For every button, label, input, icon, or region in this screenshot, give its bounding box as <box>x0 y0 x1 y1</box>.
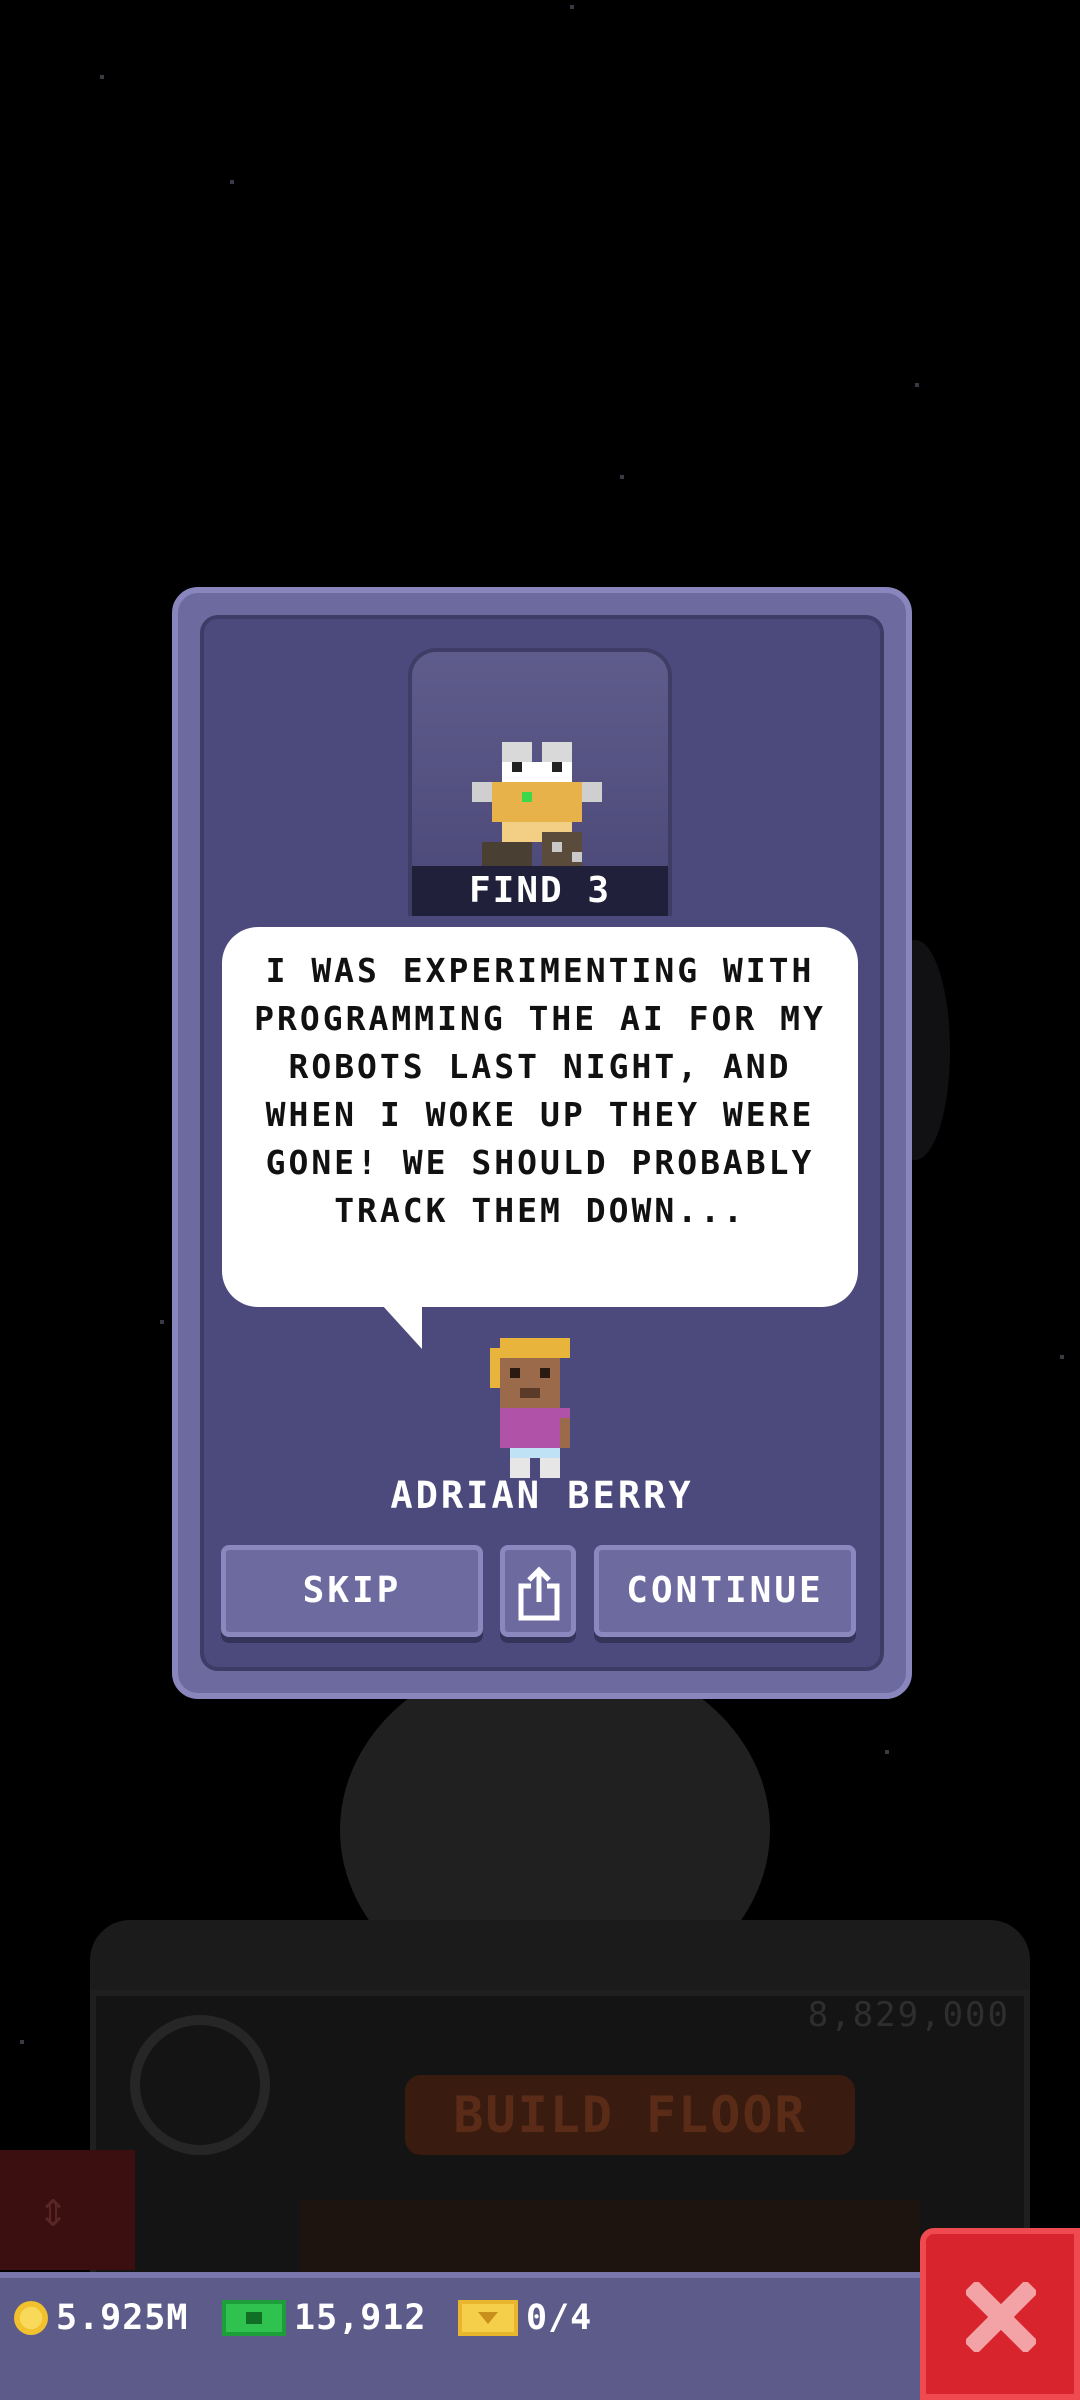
bux-value: 15,912 <box>294 2298 427 2338</box>
elevator-button: ⇕ <box>0 2150 135 2270</box>
star <box>915 383 919 387</box>
skip-button[interactable]: SKIP <box>221 1545 483 1637</box>
character-avatar <box>490 1338 570 1478</box>
character-name: ADRIAN BERRY <box>390 1474 694 1517</box>
share-button[interactable] <box>500 1545 576 1637</box>
bux-counter: 15,912 <box>222 2298 426 2338</box>
star <box>1060 1355 1064 1359</box>
lobby-floor <box>300 2200 920 2280</box>
mission-badge: FIND 3 <box>408 648 672 916</box>
fan-icon <box>130 2015 270 2155</box>
speech-bubble-tail <box>382 1305 422 1349</box>
star <box>230 180 234 184</box>
bux-icon <box>222 2300 286 2336</box>
star <box>885 1750 889 1754</box>
star <box>100 75 104 79</box>
star <box>570 5 574 9</box>
star <box>620 475 624 479</box>
speech-bubble: I WAS EXPERIMENTING WITH PROGRAMMING THE… <box>222 927 858 1307</box>
tower-roof <box>90 1920 1030 1990</box>
build-floor-button: BUILD FLOOR <box>405 2075 855 2155</box>
close-button[interactable] <box>920 2228 1080 2400</box>
coin-icon <box>14 2301 48 2335</box>
close-icon <box>966 2282 1036 2352</box>
tickets-counter: 0/4 <box>458 2298 592 2338</box>
robot-icon <box>472 742 602 872</box>
share-icon <box>518 1566 560 1621</box>
star <box>160 1320 164 1324</box>
dialog-message: I WAS EXPERIMENTING WITH PROGRAMMING THE… <box>254 951 826 1230</box>
mission-badge-label: FIND 3 <box>412 866 668 916</box>
continue-button[interactable]: CONTINUE <box>594 1545 856 1637</box>
elevator-arrows-icon: ⇕ <box>38 2180 69 2238</box>
floor-price: 8,829,000 <box>807 1995 1010 2035</box>
coins-value: 5.925M <box>56 2298 189 2338</box>
star <box>20 2040 24 2044</box>
tickets-value: 0/4 <box>526 2298 593 2338</box>
status-bar: 5.925M 15,912 0/4 <box>0 2272 930 2400</box>
coins-counter: 5.925M <box>14 2298 188 2338</box>
ticket-icon <box>458 2300 518 2336</box>
